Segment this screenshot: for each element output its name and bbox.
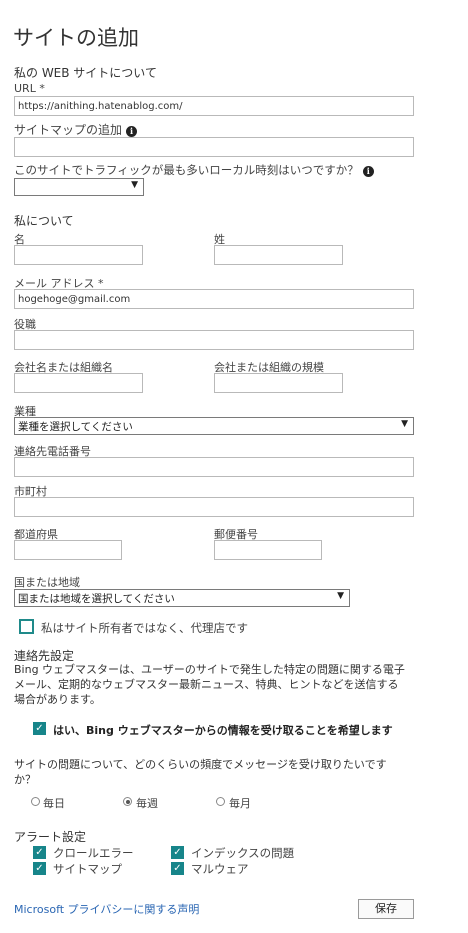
url-input[interactable]: [14, 96, 414, 116]
frequency-question: サイトの問題について、どのくらいの頻度でメッセージを受け取りたいです か？: [14, 758, 387, 786]
privacy-link[interactable]: Microsoft プライバシーに関する声明: [14, 901, 199, 917]
email-input[interactable]: [14, 289, 414, 309]
page-title: サイトの追加: [13, 26, 139, 50]
url-label: URL *: [14, 82, 45, 95]
postal-input[interactable]: [214, 540, 322, 560]
sitemap-input[interactable]: [14, 137, 414, 157]
dropdown-arrow-icon: ▼: [401, 419, 408, 429]
radio-weekly[interactable]: [123, 797, 132, 806]
last-name-input[interactable]: [214, 245, 343, 265]
contact-description: Bing ウェブマスターは、ユーザーのサイトで発生した特定の問題に関する電子 メ…: [14, 663, 405, 706]
agency-label: 私はサイト所有者ではなく、代理店です: [41, 621, 248, 635]
state-input[interactable]: [14, 540, 122, 560]
save-button[interactable]: 保存: [358, 899, 414, 919]
info-icon[interactable]: i: [126, 126, 138, 137]
index-issue-checkbox[interactable]: ✓: [171, 846, 184, 859]
website-section-heading: 私の WEB サイトについて: [14, 66, 157, 80]
phone-input[interactable]: [14, 457, 414, 477]
country-select[interactable]: 国または地域を選択してください ▼: [14, 589, 350, 607]
sitemap-label: サイトマップの追加 i: [14, 121, 138, 138]
radio-weekly-label: 毎週: [136, 797, 158, 810]
dropdown-arrow-icon: ▼: [131, 180, 138, 190]
alert-section-heading: アラート設定: [14, 830, 87, 844]
industry-select[interactable]: 業種を選択してください ▼: [14, 417, 414, 435]
index-issue-label: インデックスの問題: [191, 846, 295, 860]
about-section-heading: 私について: [14, 214, 74, 228]
crawl-error-label: クロールエラー: [53, 846, 134, 860]
opt-in-label: はい、Bing ウェブマスターからの情報を受け取ることを希望します: [53, 724, 393, 737]
malware-checkbox[interactable]: ✓: [171, 862, 184, 875]
peak-time-select[interactable]: ▼: [14, 178, 144, 196]
city-input[interactable]: [14, 497, 414, 517]
sitemap-alert-label: サイトマップ: [53, 862, 122, 876]
radio-daily[interactable]: [31, 797, 40, 806]
crawl-error-checkbox[interactable]: ✓: [33, 846, 46, 859]
dropdown-arrow-icon: ▼: [337, 591, 344, 601]
country-label: 国または地域: [14, 576, 80, 589]
job-title-input[interactable]: [14, 330, 414, 350]
malware-label: マルウェア: [191, 862, 249, 876]
opt-in-checkbox[interactable]: ✓: [33, 722, 46, 735]
radio-monthly[interactable]: [216, 797, 225, 806]
first-name-input[interactable]: [14, 245, 143, 265]
radio-monthly-label: 毎月: [229, 797, 251, 810]
company-input[interactable]: [14, 373, 143, 393]
company-size-input[interactable]: [214, 373, 343, 393]
peak-time-label: このサイトでトラフィックが最も多いローカル時刻はいつですか？ i: [14, 162, 374, 178]
radio-daily-label: 毎日: [43, 797, 65, 810]
sitemap-alert-checkbox[interactable]: ✓: [33, 862, 46, 875]
agency-checkbox[interactable]: [19, 619, 34, 634]
info-icon[interactable]: i: [362, 166, 374, 177]
